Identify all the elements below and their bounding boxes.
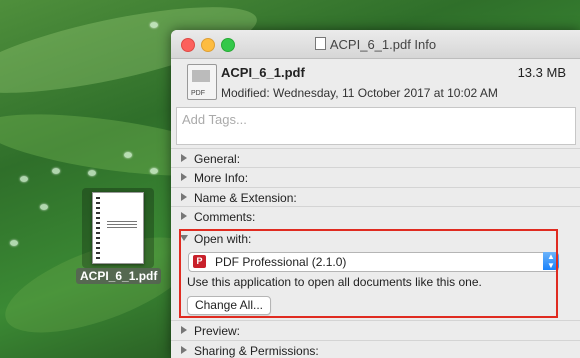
disclosure-triangle-icon[interactable] — [181, 154, 187, 162]
disclosure-triangle-icon[interactable] — [181, 173, 187, 181]
file-name: ACPI_6_1.pdf — [221, 65, 305, 80]
file-header: PDF ACPI_6_1.pdf 13.3 MB Modified: Wedne… — [171, 59, 580, 105]
pdf-file-icon: PDF — [187, 64, 217, 100]
disclosure-triangle-icon[interactable] — [181, 326, 187, 334]
disclosure-triangle-icon[interactable] — [181, 212, 187, 220]
title-bar[interactable]: ACPI_6_1.pdf Info — [171, 30, 580, 59]
disclosure-triangle-icon[interactable] — [181, 346, 187, 354]
modified-date: Modified: Wednesday, 11 October 2017 at … — [221, 86, 498, 100]
tags-field[interactable]: Add Tags... — [176, 107, 576, 145]
disclosure-triangle-icon[interactable] — [181, 193, 187, 201]
section-preview[interactable]: Preview: — [171, 320, 580, 340]
section-comments[interactable]: Comments: — [171, 206, 580, 226]
section-name-extension[interactable]: Name & Extension: — [171, 187, 580, 207]
tags-placeholder: Add Tags... — [182, 112, 247, 127]
annotation-highlight-box — [179, 229, 558, 318]
section-general[interactable]: General: — [171, 148, 580, 168]
window-title: ACPI_6_1.pdf Info — [171, 37, 580, 52]
file-size: 13.3 MB — [517, 65, 566, 80]
section-more-info[interactable]: More Info: — [171, 167, 580, 187]
document-icon — [314, 37, 326, 50]
section-sharing-permissions[interactable]: Sharing & Permissions: — [171, 340, 580, 358]
